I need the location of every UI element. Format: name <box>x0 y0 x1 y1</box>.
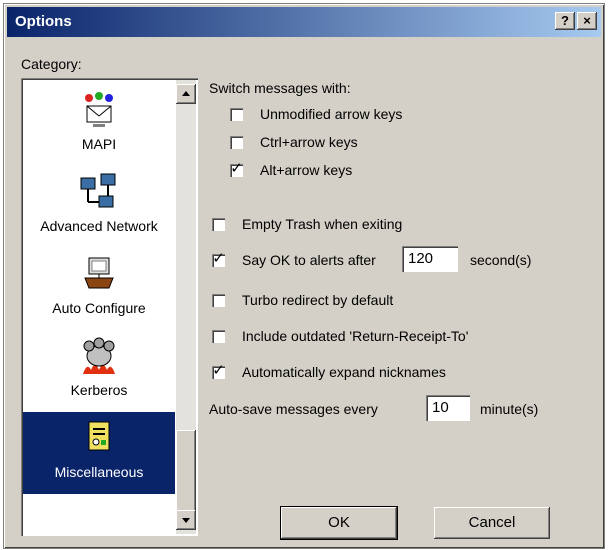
advanced-network-icon <box>80 173 116 208</box>
auto-expand-checkbox[interactable]: ✓ <box>212 362 225 379</box>
say-ok-checkbox[interactable]: ✓ <box>212 250 225 267</box>
switch-messages-label: Switch messages with: <box>209 80 351 96</box>
arrow-up-icon <box>182 91 190 96</box>
category-scrollbar[interactable] <box>176 80 196 534</box>
say-ok-unit: second(s) <box>470 252 532 268</box>
auto-save-minutes-input[interactable]: 10 <box>426 395 470 421</box>
empty-trash-checkbox[interactable] <box>212 218 225 231</box>
help-button[interactable]: ? <box>555 12 575 30</box>
ctrl-arrow-checkbox[interactable] <box>230 136 243 149</box>
empty-trash-label: Empty Trash when exiting <box>242 216 403 232</box>
window-title: Options <box>15 13 72 30</box>
unmodified-arrow-checkbox[interactable] <box>230 108 243 121</box>
cancel-button[interactable]: Cancel <box>434 507 550 539</box>
ctrl-arrow-label: Ctrl+arrow keys <box>260 134 358 150</box>
auto-configure-icon <box>84 257 114 289</box>
include-outdated-label: Include outdated 'Return-Receipt-To' <box>242 328 469 344</box>
check-mark-icon: ✓ <box>212 362 225 379</box>
category-item-label: Miscellaneous <box>54 464 144 480</box>
miscellaneous-icon <box>88 421 110 451</box>
auto-expand-label: Automatically expand nicknames <box>242 364 446 380</box>
turbo-redirect-checkbox[interactable] <box>212 294 225 307</box>
check-mark-icon: ✓ <box>230 160 243 177</box>
unmodified-arrow-label: Unmodified arrow keys <box>260 106 403 122</box>
say-ok-seconds-input[interactable]: 120 <box>402 246 458 272</box>
category-item-label: Advanced Network <box>40 218 158 234</box>
category-item-mapi[interactable]: MAPI <box>23 84 175 166</box>
category-item-label: MAPI <box>81 136 117 152</box>
check-mark-icon: ✓ <box>212 250 225 267</box>
alt-arrow-checkbox[interactable]: ✓ <box>230 160 243 177</box>
ok-button[interactable]: OK <box>280 506 398 540</box>
category-list[interactable]: MAPI Advanced Network Auto Configure Ker… <box>21 78 198 536</box>
alt-arrow-label: Alt+arrow keys <box>260 162 353 178</box>
category-item-miscellaneous[interactable]: Miscellaneous <box>23 412 175 494</box>
category-label: Category: <box>21 56 82 72</box>
auto-save-label: Auto-save messages every <box>209 401 378 417</box>
category-item-advanced-network[interactable]: Advanced Network <box>23 166 175 248</box>
include-outdated-checkbox[interactable] <box>212 330 225 343</box>
options-dialog: Options ? × Category: MAPI Advanced Netw… <box>3 3 605 549</box>
say-ok-label: Say OK to alerts after <box>242 252 376 268</box>
close-button[interactable]: × <box>577 12 597 30</box>
scroll-up-button[interactable] <box>176 84 196 104</box>
category-item-label: Kerberos <box>70 382 128 398</box>
category-item-label: Auto Configure <box>52 300 146 316</box>
scroll-thumb[interactable] <box>176 430 196 512</box>
kerberos-icon <box>83 337 115 374</box>
mapi-icon <box>85 92 113 127</box>
category-item-auto-configure[interactable]: Auto Configure <box>23 248 175 330</box>
arrow-down-icon <box>182 518 190 523</box>
category-item-kerberos[interactable]: Kerberos <box>23 330 175 412</box>
turbo-redirect-label: Turbo redirect by default <box>242 292 394 308</box>
scroll-down-button[interactable] <box>176 510 196 530</box>
title-bar[interactable]: Options ? × <box>7 7 601 37</box>
auto-save-unit: minute(s) <box>480 401 539 417</box>
